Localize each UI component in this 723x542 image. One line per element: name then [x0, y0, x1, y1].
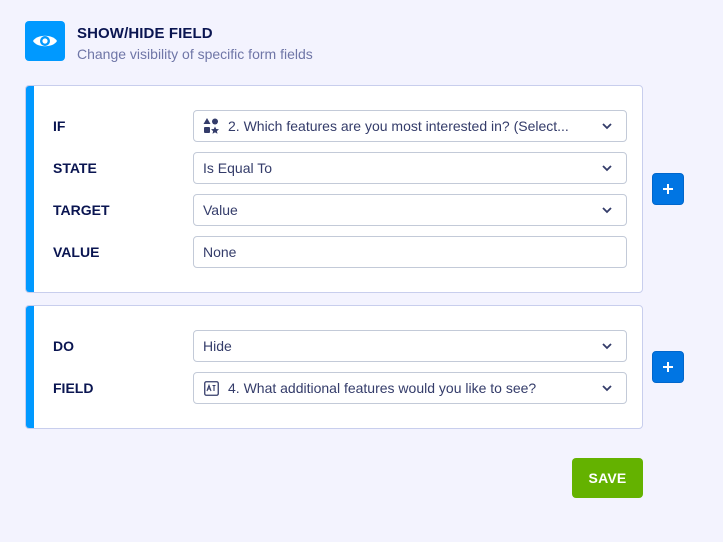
do-value: Hide	[203, 338, 232, 354]
condition-row-value: VALUE None	[26, 236, 642, 268]
field-value: 4. What additional features would you li…	[228, 380, 537, 396]
chevron-down-icon	[601, 120, 613, 132]
plus-icon	[663, 184, 673, 194]
if-label: IF	[53, 118, 66, 134]
shapes-icon	[203, 118, 219, 134]
action-card: DO Hide FIELD 4. What additional feature…	[25, 305, 643, 429]
field-label: FIELD	[53, 380, 94, 396]
page-header: SHOW/HIDE FIELD Change visibility of spe…	[25, 21, 313, 62]
state-label: STATE	[53, 160, 97, 176]
page-title: SHOW/HIDE FIELD	[77, 25, 213, 42]
do-select[interactable]: Hide	[193, 330, 627, 362]
state-select[interactable]: Is Equal To	[193, 152, 627, 184]
do-label: DO	[53, 338, 74, 354]
value-input[interactable]: None	[193, 236, 627, 268]
page-subtitle: Change visibility of specific form field…	[77, 46, 313, 62]
chevron-down-icon	[601, 162, 613, 174]
value-label: VALUE	[53, 244, 100, 260]
condition-row-if: IF 2. Which features are you most intere…	[26, 110, 642, 142]
chevron-down-icon	[601, 382, 613, 394]
if-field-value: 2. Which features are you most intereste…	[228, 118, 569, 134]
add-action-button[interactable]	[652, 351, 684, 383]
plus-icon	[663, 362, 673, 372]
field-select[interactable]: 4. What additional features would you li…	[193, 372, 627, 404]
if-field-select[interactable]: 2. Which features are you most intereste…	[193, 110, 627, 142]
target-select[interactable]: Value	[193, 194, 627, 226]
state-value: Is Equal To	[203, 160, 273, 176]
condition-row-state: STATE Is Equal To	[26, 152, 642, 184]
action-row-field: FIELD 4. What additional features would …	[26, 372, 642, 404]
text-field-icon	[203, 380, 219, 396]
chevron-down-icon	[601, 204, 613, 216]
target-label: TARGET	[53, 202, 110, 218]
target-value: Value	[203, 202, 238, 218]
chevron-down-icon	[601, 340, 613, 352]
save-button[interactable]: SAVE	[572, 458, 643, 498]
condition-row-target: TARGET Value	[26, 194, 642, 226]
add-condition-button[interactable]	[652, 173, 684, 205]
value-input-text: None	[203, 244, 237, 260]
condition-card: IF 2. Which features are you most intere…	[25, 85, 643, 293]
action-row-do: DO Hide	[26, 330, 642, 362]
eye-icon	[25, 21, 65, 61]
